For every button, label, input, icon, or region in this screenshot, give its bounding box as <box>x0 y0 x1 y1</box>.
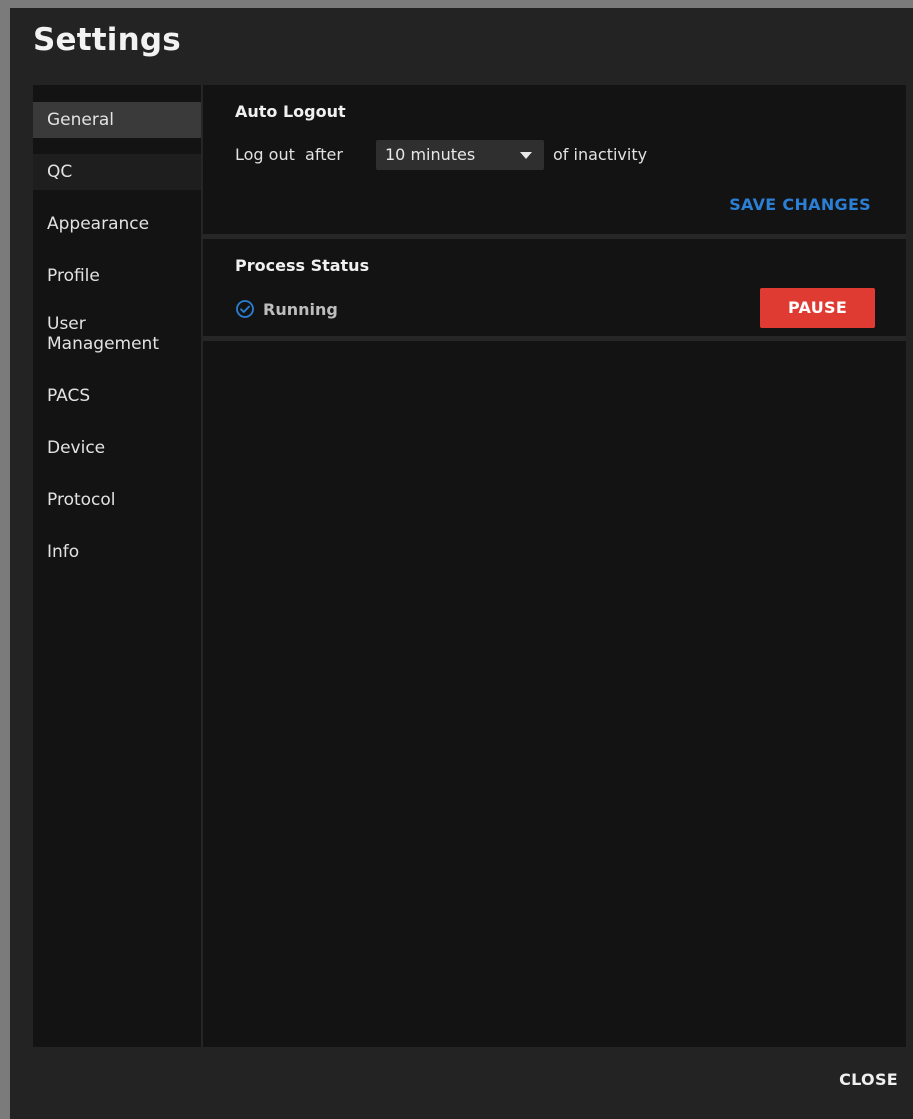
sidebar-item-user-management[interactable]: User Management <box>33 312 201 356</box>
sidebar-item-label: Device <box>47 438 106 458</box>
process-status-label: Running <box>263 299 338 319</box>
process-status-indicator: Running <box>235 297 338 321</box>
sidebar-item-label: Profile <box>47 266 100 286</box>
sidebar-item-device[interactable]: Device <box>33 430 201 466</box>
sidebar-item-label: Management <box>47 334 159 354</box>
sidebar-item-label: Info <box>47 542 80 562</box>
close-button[interactable]: CLOSE <box>839 1070 898 1089</box>
sidebar-item-profile[interactable]: Profile <box>33 258 201 294</box>
settings-dialog: Settings General QC Appearance Profile U… <box>10 8 913 1119</box>
settings-sidebar: General QC Appearance Profile User Manag… <box>33 85 203 1047</box>
sidebar-item-label: Protocol <box>47 490 116 510</box>
logout-timeout-select[interactable]: 10 minutes <box>376 140 544 170</box>
sidebar-item-qc[interactable]: QC <box>33 154 201 190</box>
settings-content: Auto Logout Log out after 10 minutes of … <box>203 85 906 1047</box>
sidebar-item-label: User <box>47 314 86 334</box>
logout-prefix-text: Log out after <box>235 145 343 164</box>
sidebar-item-label: Appearance <box>47 214 150 234</box>
check-circle-icon <box>235 299 255 319</box>
caret-down-icon <box>520 152 532 159</box>
sidebar-item-info[interactable]: Info <box>33 534 201 570</box>
logout-timeout-value: 10 minutes <box>385 145 476 164</box>
process-status-title: Process Status <box>235 256 370 275</box>
sidebar-item-label: QC <box>47 162 73 182</box>
save-changes-button[interactable]: SAVE CHANGES <box>729 195 871 214</box>
pause-button[interactable]: PAUSE <box>760 288 875 328</box>
sidebar-item-label: PACS <box>47 386 91 406</box>
sidebar-item-protocol[interactable]: Protocol <box>33 482 201 518</box>
sidebar-item-appearance[interactable]: Appearance <box>33 206 201 242</box>
settings-body: General QC Appearance Profile User Manag… <box>33 85 906 1047</box>
panel-divider <box>203 336 906 341</box>
auto-logout-title: Auto Logout <box>235 102 346 121</box>
dialog-title: Settings <box>33 22 181 58</box>
sidebar-item-general[interactable]: General <box>33 102 201 138</box>
sidebar-item-pacs[interactable]: PACS <box>33 378 201 414</box>
auto-logout-panel: Auto Logout Log out after 10 minutes of … <box>203 85 906 234</box>
sidebar-item-label: General <box>47 110 114 130</box>
logout-suffix-text: of inactivity <box>553 145 648 164</box>
